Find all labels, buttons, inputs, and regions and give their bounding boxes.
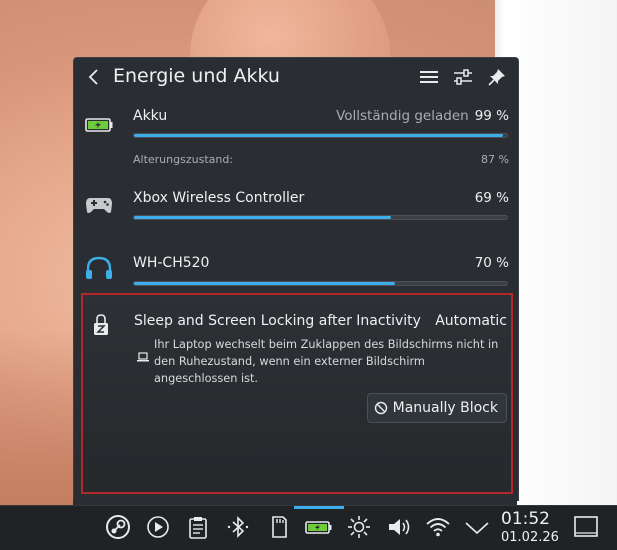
battery-level-bar [133, 133, 508, 138]
active-applet-indicator [294, 506, 344, 509]
media-player-icon[interactable] [145, 514, 171, 540]
clock-time[interactable]: 01:52 [501, 509, 550, 529]
clipboard-icon[interactable] [185, 514, 211, 540]
taskbar: 01:52 01.02.26 [0, 505, 617, 550]
battery-tray-icon[interactable] [304, 514, 334, 540]
battery-health-label: Alterungszustand: [133, 153, 234, 166]
wifi-icon[interactable] [425, 514, 451, 540]
battery-percent: 99 % [474, 108, 509, 124]
controller-level-fill [134, 216, 392, 219]
controller-percent-text: 69 % [474, 190, 509, 206]
tray-expand-icon[interactable] [464, 514, 490, 540]
battery-health-value: 87 % [481, 153, 509, 166]
laptop-icon [137, 352, 149, 362]
headphones-level-bar [133, 281, 508, 286]
controller-percent: 69 % [469, 190, 509, 206]
show-desktop-icon[interactable] [573, 514, 599, 540]
steam-icon[interactable] [105, 514, 131, 540]
lock-sleep-icon [94, 314, 108, 335]
sd-card-icon[interactable] [266, 514, 292, 540]
popup-title: Energie und Akku [113, 65, 280, 87]
configure-icon[interactable] [452, 67, 474, 87]
battery-status: Vollständig geladen 99 % [336, 108, 509, 124]
battery-name: Akku [133, 108, 168, 124]
headphones-percent: 70 % [469, 255, 509, 271]
headphones-row: WH-CH520 70 % [74, 250, 518, 290]
bluetooth-icon[interactable] [225, 514, 251, 540]
sleep-inhibition-section: Sleep and Screen Locking after Inactivit… [81, 293, 513, 494]
controller-row: Xbox Wireless Controller 69 % [74, 185, 518, 225]
block-icon [374, 401, 387, 415]
brightness-icon[interactable] [346, 514, 372, 540]
sleep-note: Ihr Laptop wechselt beim Zuklappen des B… [154, 338, 499, 385]
sleep-mode[interactable]: Automatic [435, 313, 507, 329]
controller-level-bar [133, 215, 508, 220]
manually-block-label: Manually Block [392, 400, 498, 416]
headphones-icon [86, 256, 112, 279]
sleep-title: Sleep and Screen Locking after Inactivit… [134, 313, 421, 329]
headphones-level-fill [134, 282, 396, 285]
gamepad-icon [86, 198, 112, 213]
battery-row: Akku Vollständig geladen 99 % Alterungszu… [74, 103, 518, 173]
battery-icon [85, 118, 113, 132]
power-battery-popup: Energie und Akku Akku Vollständig gelade… [73, 57, 519, 501]
controller-name: Xbox Wireless Controller [133, 190, 305, 206]
back-icon[interactable] [84, 66, 104, 88]
headphones-percent-text: 70 % [474, 255, 509, 271]
headphones-name: WH-CH520 [133, 255, 210, 271]
popup-header: Energie und Akku [74, 58, 518, 96]
manually-block-button[interactable]: Manually Block [366, 393, 507, 423]
battery-status-text: Vollständig geladen [336, 108, 469, 124]
volume-icon[interactable] [386, 514, 412, 540]
pin-icon[interactable] [486, 67, 508, 87]
clock-date[interactable]: 01.02.26 [501, 530, 559, 545]
battery-level-fill [134, 134, 504, 137]
menu-icon[interactable] [418, 67, 440, 87]
